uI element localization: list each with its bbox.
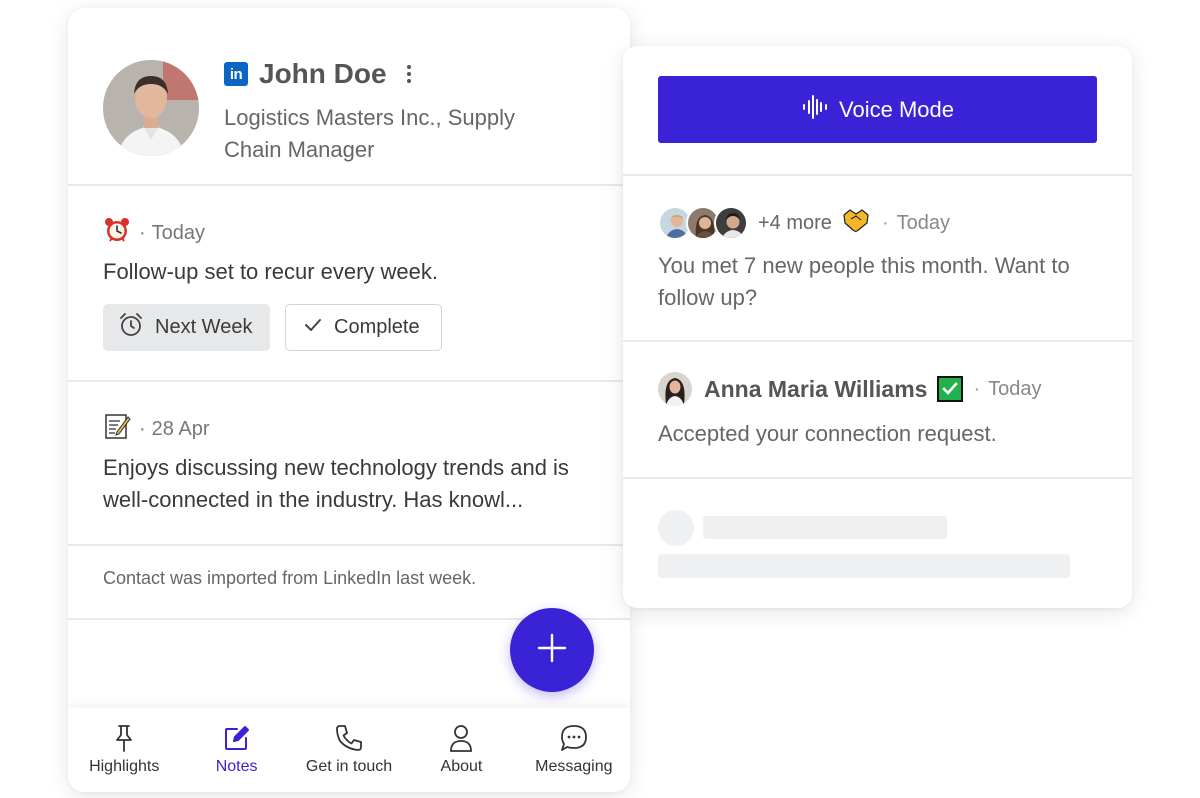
connection-name[interactable]: Anna Maria Williams — [704, 376, 927, 403]
reminder-date: Today — [151, 221, 206, 244]
separator: · — [881, 211, 889, 234]
separator: · — [973, 377, 981, 400]
connection-text: Accepted your connection request. — [658, 421, 997, 446]
avatar[interactable] — [658, 372, 692, 406]
contact-name: John Doe — [259, 58, 387, 89]
memo-icon — [103, 412, 131, 446]
edit-icon — [222, 722, 252, 754]
voice-mode-button[interactable]: Voice Mode — [658, 76, 1097, 143]
note-meta: · 28 Apr — [103, 412, 210, 446]
new-people-date: Today — [896, 211, 950, 234]
check-mark-icon — [937, 376, 964, 402]
next-week-button[interactable]: Next Week — [103, 304, 270, 351]
plus-icon — [536, 632, 568, 669]
nav-label: Get in touch — [305, 758, 393, 775]
alarm-clock-icon — [103, 216, 131, 250]
separator: · — [139, 221, 146, 244]
nav-item-notes[interactable]: Notes — [180, 708, 292, 792]
avatar[interactable] — [714, 206, 748, 240]
loading-placeholder — [703, 516, 947, 539]
contact-card: in John Doe Logistics Masters Inc., Supp… — [68, 8, 630, 792]
more-options-icon[interactable] — [405, 65, 413, 83]
more-people-count[interactable]: +4 more — [758, 212, 832, 235]
nav-item-about[interactable]: About — [405, 708, 517, 792]
name-row: in John Doe — [224, 58, 413, 90]
pin-icon — [110, 722, 138, 754]
phone-icon — [334, 722, 364, 754]
checkmark-icon — [302, 314, 334, 342]
person-icon — [447, 722, 475, 754]
import-info: Contact was imported from LinkedIn last … — [103, 568, 477, 588]
avatar[interactable] — [103, 60, 199, 156]
nav-label: Highlights — [89, 758, 160, 775]
divider — [68, 544, 630, 546]
connection-date: Today — [988, 377, 1042, 400]
voice-mode-label: Voice Mode — [839, 96, 954, 122]
nav-label: About — [440, 758, 483, 775]
bottom-nav: Highlights Notes Get in touch About Mess… — [68, 708, 630, 792]
waveform-icon — [801, 93, 839, 127]
divider — [623, 477, 1132, 479]
nav-item-messaging[interactable]: Messaging — [518, 708, 630, 792]
nav-label: Messaging — [535, 758, 613, 775]
loading-placeholder — [658, 510, 694, 546]
complete-button[interactable]: Complete — [285, 304, 442, 351]
nav-item-get-in-touch[interactable]: Get in touch — [293, 708, 405, 792]
new-people-text[interactable]: You met 7 new people this month. Want to… — [658, 250, 1098, 314]
complete-label: Complete — [334, 316, 420, 338]
divider — [623, 340, 1132, 342]
handshake-icon — [842, 207, 870, 239]
divider — [68, 380, 630, 382]
nav-item-highlights[interactable]: Highlights — [68, 708, 180, 792]
loading-placeholder — [658, 554, 1070, 578]
divider — [623, 174, 1132, 176]
linkedin-icon[interactable]: in — [224, 62, 248, 86]
profile-header: in John Doe Logistics Masters Inc., Supp… — [68, 8, 630, 184]
add-button[interactable] — [510, 608, 594, 692]
reminder-meta: · Today — [103, 216, 205, 250]
connection-meta: Anna Maria Williams · Today — [658, 372, 1042, 406]
new-people-meta: +4 more · Today — [658, 206, 950, 240]
nav-label: Notes — [215, 758, 258, 775]
chat-icon — [559, 722, 589, 754]
activity-card: Voice Mode +4 more · Today You met 7 new… — [623, 46, 1132, 608]
snooze-clock-icon — [117, 311, 155, 345]
next-week-label: Next Week — [155, 316, 253, 338]
contact-title: Logistics Masters Inc., Supply Chain Man… — [224, 105, 516, 162]
reminder-text: Follow-up set to recur every week. — [103, 259, 439, 284]
note-date: 28 Apr — [151, 417, 210, 440]
divider — [68, 184, 630, 186]
note-text[interactable]: Enjoys discussing new technology trends … — [103, 452, 603, 516]
separator: · — [139, 417, 146, 440]
